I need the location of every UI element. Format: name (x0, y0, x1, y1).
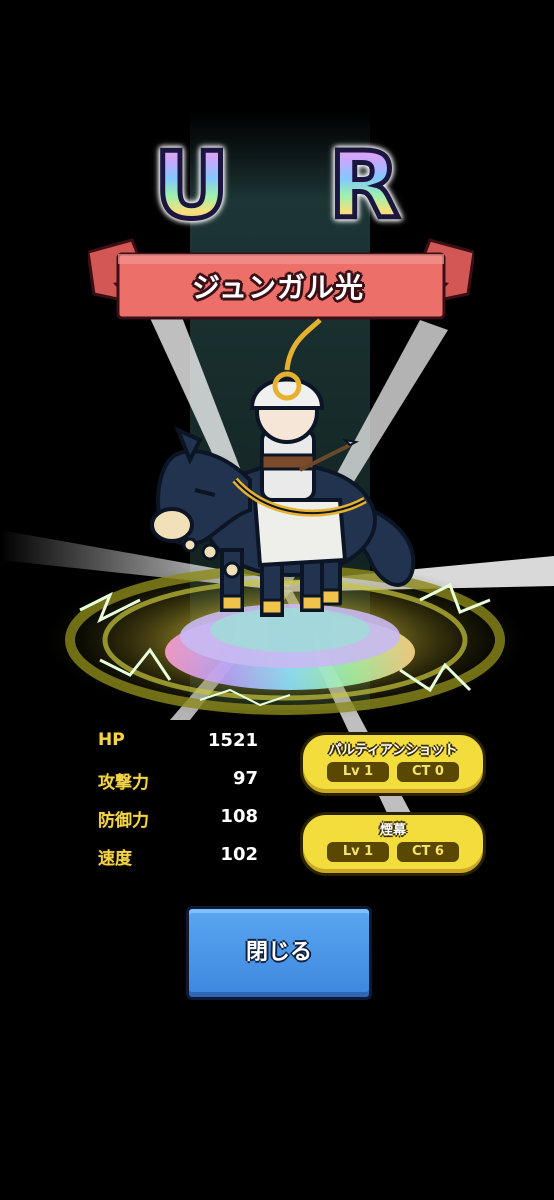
skill-badge-1[interactable]: パルティアンショット Lv 1 CT 0 (300, 732, 486, 796)
stat-value: 102 (220, 844, 258, 865)
character-illustration (150, 318, 416, 617)
rider-helmet (249, 377, 325, 410)
close-button[interactable]: 閉じる (186, 906, 372, 1000)
stat-row-attack: 攻撃力 97 (98, 768, 268, 806)
horse-muzzle (150, 507, 194, 543)
skill-level: Lv 1 (327, 842, 389, 862)
stat-row-speed: 速度 102 (98, 844, 268, 882)
close-button-label: 閉じる (245, 940, 312, 965)
stat-label: 速度 (98, 849, 132, 869)
stat-row-defense: 防御力 108 (98, 806, 268, 844)
stats-panel: HP 1521 攻撃力 97 防御力 108 速度 102 (98, 730, 268, 882)
stat-value: 108 (220, 806, 258, 827)
skill-name: パルティアンショット (328, 743, 458, 758)
gacha-result-screen: U R ジュンガル光 HP 1521 攻撃力 97 防御力 108 速度 102… (0, 0, 554, 1200)
skill-name: 煙幕 (379, 823, 406, 838)
stat-label: 攻撃力 (98, 773, 149, 793)
stat-label: 防御力 (98, 811, 149, 831)
skill-cooldown: CT 0 (397, 762, 459, 782)
stat-value: 1521 (207, 730, 258, 751)
skill-cooldown: CT 6 (397, 842, 459, 862)
stat-label: HP (98, 730, 125, 750)
stat-value: 97 (232, 768, 258, 789)
stat-row-hp: HP 1521 (98, 730, 268, 768)
skill-badge-2[interactable]: 煙幕 Lv 1 CT 6 (300, 812, 486, 876)
skill-level: Lv 1 (327, 762, 389, 782)
